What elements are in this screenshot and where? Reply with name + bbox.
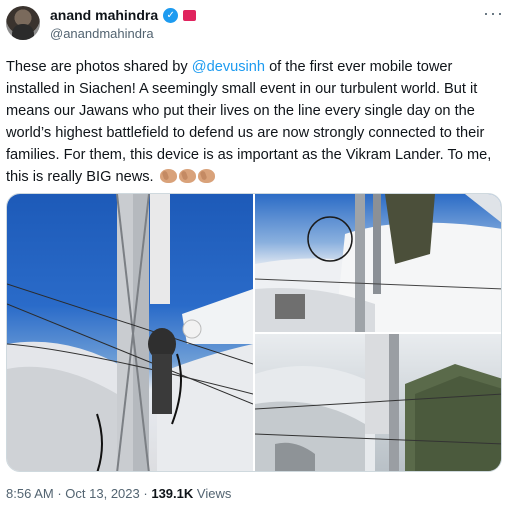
- avatar[interactable]: [6, 6, 40, 40]
- clapping-hands-icon: [159, 169, 177, 183]
- photo-tower-green-tent-illustration: [255, 334, 501, 471]
- author-display-name[interactable]: anand mahindra: [50, 7, 158, 23]
- photo-tower-green-tent[interactable]: [255, 334, 501, 471]
- views-count[interactable]: 139.1K: [151, 486, 193, 501]
- author-handle[interactable]: @anandmahindra: [50, 26, 154, 41]
- clapping-hands-icon: [197, 169, 215, 183]
- meta-separator: ·: [143, 486, 148, 501]
- photo-tower-climber[interactable]: [7, 194, 253, 471]
- author-name-row: anand mahindra ✓: [50, 6, 197, 24]
- mention-link[interactable]: @devusinh: [192, 59, 265, 75]
- views-label: Views: [196, 486, 232, 501]
- tweet-text-part: These are photos shared by: [6, 59, 192, 75]
- photo-tower-climber-illustration: [7, 194, 253, 471]
- affiliation-badge-icon: [183, 9, 197, 21]
- tweet-text: These are photos shared by @devusinh of …: [6, 56, 506, 188]
- photo-tower-snow-tent-illustration: [255, 194, 501, 332]
- verified-badge-icon: ✓: [163, 7, 179, 23]
- tweet-time[interactable]: 8:56 AM: [6, 486, 54, 501]
- tweet-text-part: of the first ever mobile tower installed…: [6, 59, 492, 185]
- tweet-header: anand mahindra ✓ @anandmahindra ···: [6, 4, 506, 46]
- clapping-hands-icon: [178, 169, 196, 183]
- tweet-footer: 8:56 AM · Oct 13, 2023 · 139.1K Views: [6, 486, 231, 501]
- tweet-date[interactable]: Oct 13, 2023: [65, 486, 139, 501]
- media-grid: [6, 193, 502, 472]
- meta-separator: ·: [57, 486, 62, 501]
- photo-tower-snow-tent[interactable]: [255, 194, 501, 332]
- more-options-icon[interactable]: ···: [483, 4, 504, 22]
